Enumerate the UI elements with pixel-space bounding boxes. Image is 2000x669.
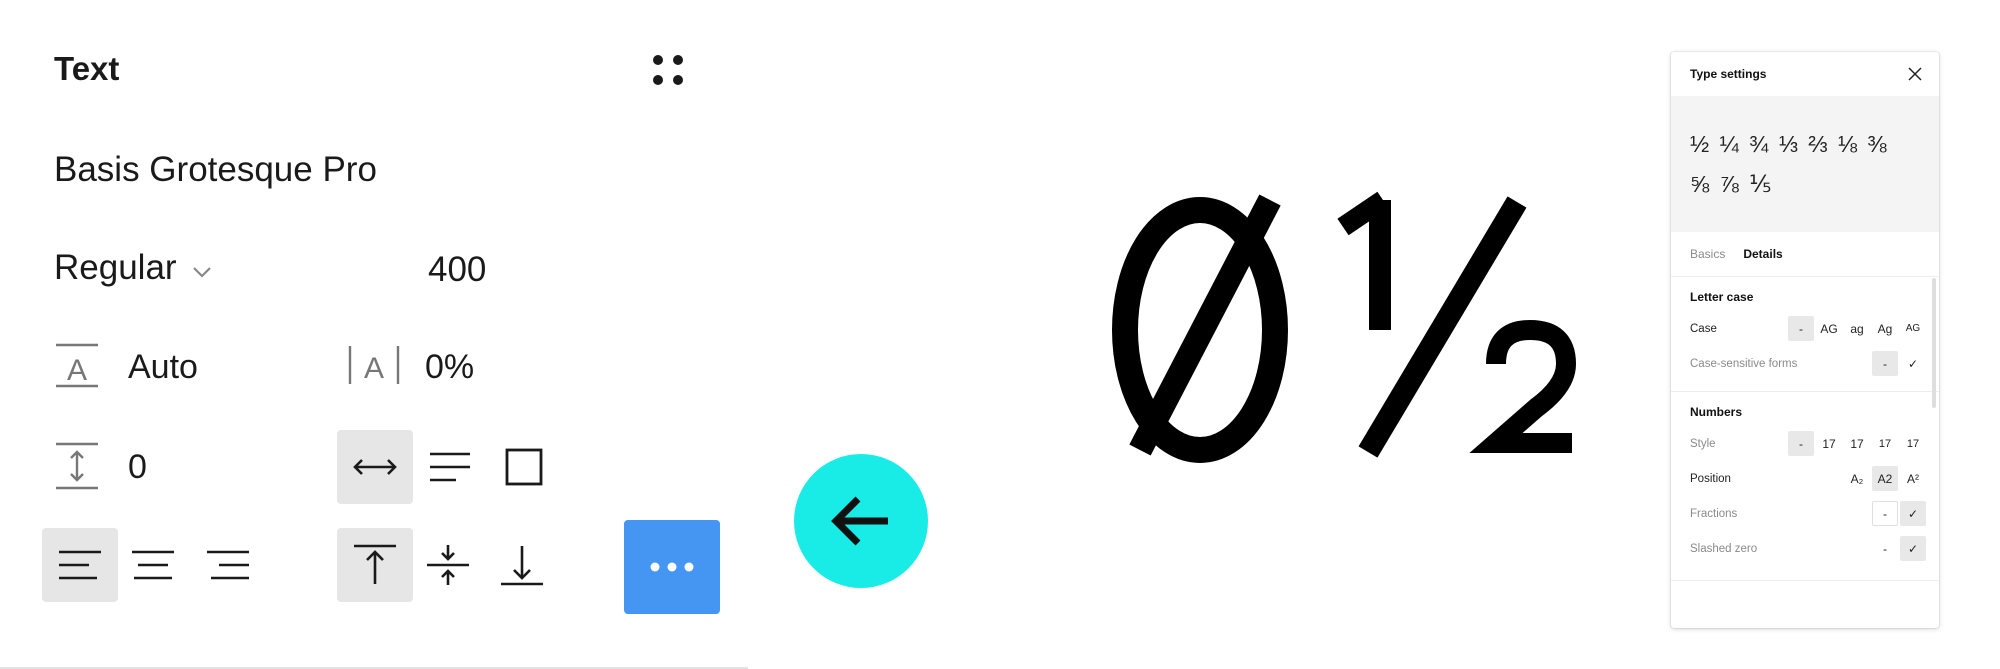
glyph-preview: 0½: [1080, 170, 1600, 470]
letter-spacing-value[interactable]: 0%: [425, 348, 474, 387]
auto-height-icon: [430, 452, 470, 482]
type-settings-tabs: Basics Details: [1671, 232, 1939, 277]
close-icon[interactable]: [1905, 64, 1925, 84]
number-style-lining-tabular[interactable]: 17: [1844, 431, 1870, 456]
fractions-preview-line: ½ ¼ ¾ ⅓ ⅔ ⅛ ⅜: [1690, 131, 1889, 157]
fixed-size-icon: [505, 448, 543, 486]
case-option-uppercase[interactable]: AG: [1816, 316, 1842, 341]
back-button[interactable]: [794, 454, 928, 588]
number-style-oldstyle-proportional[interactable]: 17: [1872, 431, 1898, 456]
ellipsis-icon: [650, 562, 694, 572]
align-middle-button[interactable]: [410, 528, 486, 602]
case-option-none[interactable]: -: [1788, 316, 1814, 341]
grid-dots-icon[interactable]: [650, 52, 686, 88]
line-height-icon: A: [52, 340, 102, 390]
case-sensitive-label: Case-sensitive forms: [1690, 357, 1798, 370]
svg-text:A: A: [67, 354, 87, 387]
fractions-off[interactable]: -: [1872, 501, 1898, 526]
case-option-title[interactable]: Ag: [1872, 316, 1898, 341]
auto-height-button[interactable]: [412, 430, 488, 504]
fractions-preview-line: ⅝ ⅞ ⅕: [1690, 171, 1774, 197]
align-bottom-button[interactable]: [484, 528, 560, 602]
more-options-button[interactable]: [624, 520, 720, 614]
number-style-none[interactable]: -: [1788, 431, 1814, 456]
align-left-button[interactable]: [42, 528, 118, 602]
slashed-zero-options: - ✓: [1872, 536, 1926, 561]
align-top-icon: [354, 544, 396, 584]
type-settings-panel: Type settings ½ ¼ ¾ ⅓ ⅔ ⅛ ⅜ ⅝ ⅞ ⅕ Basics…: [1671, 52, 1939, 628]
align-center-button[interactable]: [115, 528, 191, 602]
case-label: Case: [1690, 322, 1717, 335]
position-superscript[interactable]: A²: [1900, 466, 1926, 491]
tab-details[interactable]: Details: [1743, 247, 1782, 261]
paragraph-spacing-icon: [52, 440, 102, 492]
paragraph-spacing-value[interactable]: 0: [128, 448, 147, 487]
font-family-field[interactable]: Basis Grotesque Pro: [54, 150, 377, 190]
letter-case-title: Letter case: [1690, 290, 1754, 304]
type-settings-header: Type settings: [1671, 52, 1939, 96]
align-right-icon: [207, 550, 249, 580]
position-options: A₂ A2 A²: [1844, 466, 1926, 491]
fractions-row: Fractions - ✓: [1690, 496, 1926, 531]
chevron-down-icon: [191, 248, 213, 288]
slashed-zero-one-half-glyph: [1112, 191, 1577, 463]
number-style-lining-proportional[interactable]: 17: [1816, 431, 1842, 456]
auto-width-button[interactable]: [337, 430, 413, 504]
type-settings-title: Type settings: [1690, 67, 1767, 81]
fractions-label: Fractions: [1690, 507, 1738, 520]
case-option-lowercase[interactable]: ag: [1844, 316, 1870, 341]
auto-width-icon: [353, 459, 397, 475]
case-options: - AG ag Ag AG: [1788, 316, 1926, 341]
position-label: Position: [1690, 472, 1731, 485]
number-style-label: Style: [1690, 437, 1716, 450]
letter-case-section: Letter case Case - AG ag Ag AG Case-sens…: [1671, 277, 1939, 392]
font-style-value: Regular: [54, 248, 177, 287]
fractions-preview: ½ ¼ ¾ ⅓ ⅔ ⅛ ⅜ ⅝ ⅞ ⅕: [1671, 96, 1939, 232]
position-subscript[interactable]: A₂: [1844, 466, 1870, 491]
align-right-button[interactable]: [190, 528, 266, 602]
text-panel-title: Text: [54, 50, 120, 87]
svg-text:A: A: [364, 352, 384, 385]
arrow-left-icon: [831, 496, 888, 546]
align-top-button[interactable]: [337, 528, 413, 602]
font-weight-value[interactable]: 400: [428, 250, 486, 290]
panel-scrollbar[interactable]: [1932, 278, 1936, 408]
position-normal[interactable]: A2: [1872, 466, 1898, 491]
slashed-zero-row: Slashed zero - ✓: [1690, 531, 1926, 566]
slashed-zero-off[interactable]: -: [1872, 536, 1898, 561]
case-row: Case - AG ag Ag AG: [1690, 311, 1926, 346]
line-height-value[interactable]: Auto: [128, 348, 198, 387]
font-style-dropdown[interactable]: Regular: [54, 248, 213, 288]
number-style-row: Style - 17 17 17 17: [1690, 426, 1926, 461]
align-center-icon: [132, 550, 174, 580]
case-sensitive-on[interactable]: ✓: [1900, 351, 1926, 376]
align-middle-icon: [427, 545, 469, 585]
align-bottom-icon: [501, 546, 543, 586]
position-row: Position A₂ A2 A²: [1690, 461, 1926, 496]
case-option-small-caps[interactable]: AG: [1900, 316, 1926, 341]
number-style-options: - 17 17 17 17: [1788, 431, 1926, 456]
numbers-section: Numbers Style - 17 17 17 17 Position A₂ …: [1671, 392, 1939, 581]
numbers-title: Numbers: [1690, 405, 1743, 419]
number-style-oldstyle-tabular[interactable]: 17: [1900, 431, 1926, 456]
case-sensitive-row: Case-sensitive forms - ✓: [1690, 346, 1926, 381]
align-left-icon: [59, 550, 101, 580]
slashed-zero-label: Slashed zero: [1690, 542, 1758, 555]
letter-spacing-icon: A: [346, 340, 402, 390]
fractions-options: - ✓: [1872, 501, 1926, 526]
fractions-on[interactable]: ✓: [1900, 501, 1926, 526]
slashed-zero-on[interactable]: ✓: [1900, 536, 1926, 561]
tab-basics[interactable]: Basics: [1690, 247, 1725, 261]
case-sensitive-options: - ✓: [1872, 351, 1926, 376]
case-sensitive-off[interactable]: -: [1872, 351, 1898, 376]
fixed-size-button[interactable]: [486, 430, 562, 504]
